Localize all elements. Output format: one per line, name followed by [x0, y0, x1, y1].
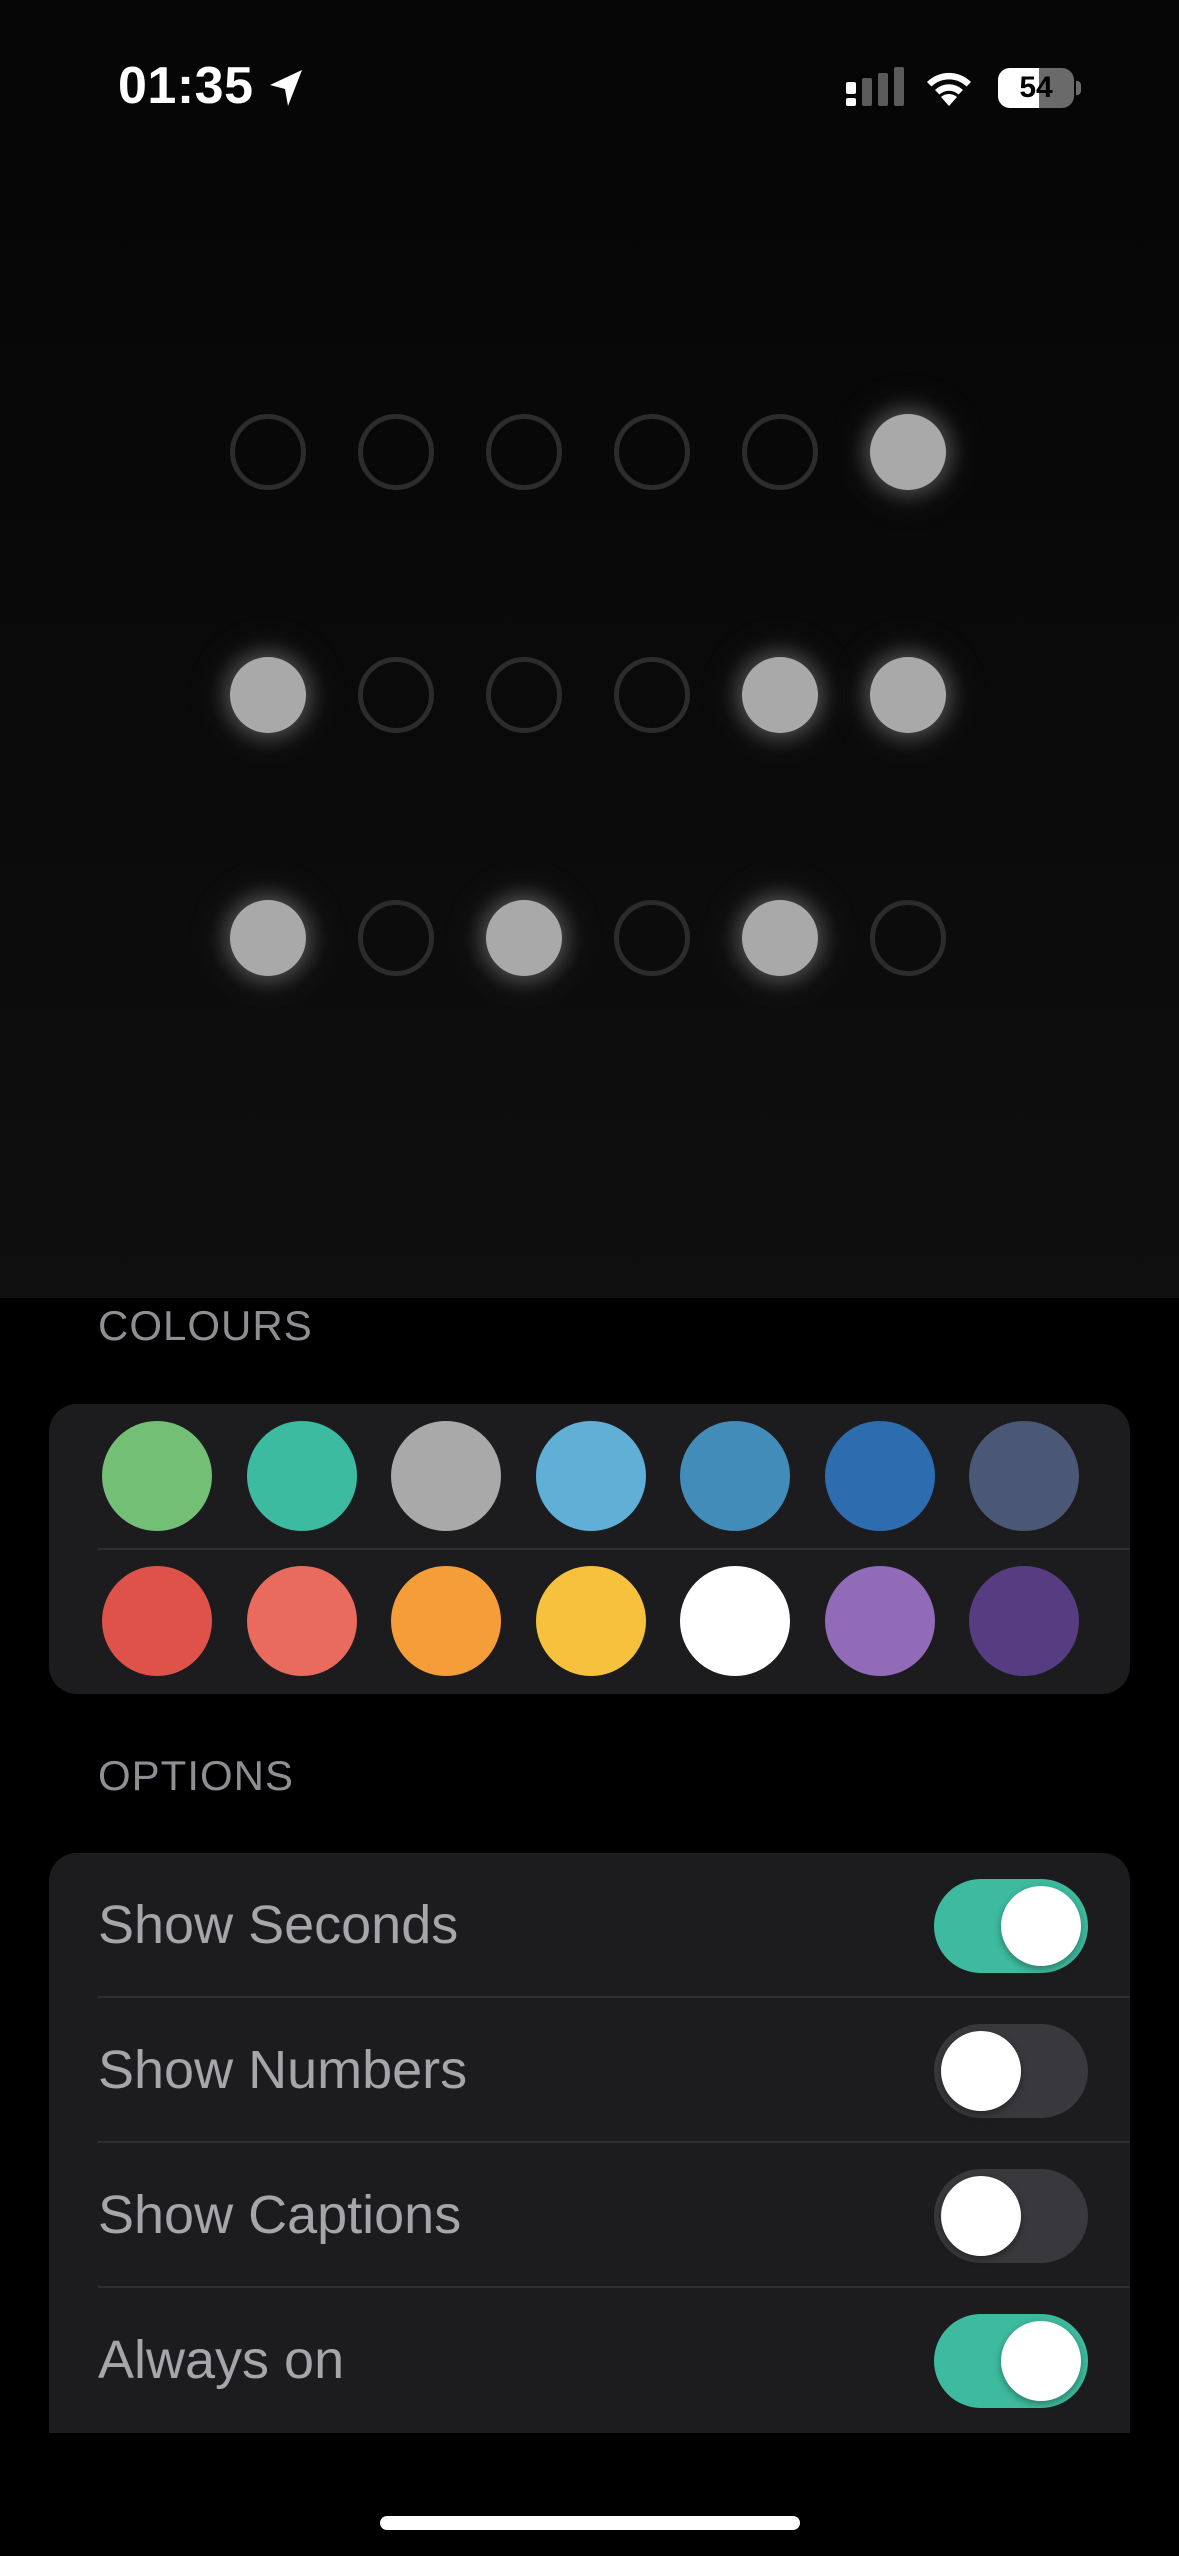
colour-divider [98, 1548, 1130, 1550]
toggle-knob [1001, 1886, 1081, 1966]
binary-dot-off [614, 900, 690, 976]
option-toggle[interactable] [934, 1879, 1088, 1973]
binary-dot-on [870, 657, 946, 733]
colour-picker-card [49, 1404, 1130, 1694]
binary-dot-off [486, 657, 562, 733]
binary-dot-on [230, 900, 306, 976]
colour-swatch[interactable] [824, 1566, 935, 1676]
binary-dot-on [870, 414, 946, 490]
binary-dot-off [614, 657, 690, 733]
colour-swatch[interactable] [246, 1421, 357, 1531]
status-time: 01:35 [118, 57, 254, 115]
binary-dot-off [358, 900, 434, 976]
status-bar: 01:35 54 [0, 0, 1179, 170]
colour-swatch[interactable] [535, 1421, 646, 1531]
binary-dot-off [486, 414, 562, 490]
binary-dot-on [230, 657, 306, 733]
binary-dot-on [486, 900, 562, 976]
option-row: Always on [49, 2288, 1130, 2433]
option-toggle[interactable] [934, 2314, 1088, 2408]
toggle-knob [1001, 2321, 1081, 2401]
options-header: OPTIONS [98, 1752, 295, 1799]
colour-swatch[interactable] [246, 1566, 357, 1676]
option-label: Show Numbers [98, 2040, 468, 2100]
binary-dot-off [358, 657, 434, 733]
wifi-icon [927, 72, 971, 106]
colours-header: COLOURS [98, 1302, 313, 1349]
colour-swatch[interactable] [391, 1421, 501, 1531]
colour-swatch[interactable] [535, 1566, 646, 1676]
colour-swatch[interactable] [680, 1421, 790, 1531]
option-label: Always on [98, 2330, 345, 2390]
colour-swatch[interactable] [102, 1421, 212, 1531]
colour-swatch[interactable] [680, 1566, 790, 1676]
binary-dot-off [742, 414, 818, 490]
colour-swatch[interactable] [969, 1421, 1079, 1531]
cellular-signal-icon [846, 67, 904, 106]
binary-clock-grid [0, 0, 1179, 1298]
battery-percent: 54 [1019, 71, 1053, 104]
options-card: Show Seconds Show Numbers Show Captions Alw… [49, 1853, 1130, 2433]
option-row: Show Captions [49, 2143, 1130, 2288]
option-row: Show Numbers [49, 1998, 1130, 2143]
option-row: Show Seconds [49, 1853, 1130, 1998]
binary-dot-on [742, 900, 818, 976]
battery-icon: 54 [998, 68, 1082, 108]
toggle-knob [941, 2031, 1021, 2111]
binary-dot-off [870, 900, 946, 976]
binary-clock-panel [0, 0, 1179, 1298]
home-indicator[interactable] [380, 2516, 800, 2530]
binary-dot-off [358, 414, 434, 490]
option-toggle[interactable] [934, 2024, 1088, 2118]
toggle-knob [941, 2176, 1021, 2256]
colour-swatch[interactable] [391, 1566, 501, 1676]
location-arrow-icon [270, 70, 302, 106]
option-label: Show Seconds [98, 1895, 459, 1955]
colour-swatch[interactable] [969, 1566, 1079, 1676]
binary-dot-off [614, 414, 690, 490]
screen: 01:35 54 COLOURS OPTIONS Show Seconds Sh… [0, 0, 1179, 2556]
binary-dot-off [230, 414, 306, 490]
binary-dot-on [742, 657, 818, 733]
colour-swatch[interactable] [824, 1421, 935, 1531]
colour-swatch[interactable] [102, 1566, 212, 1676]
option-label: Show Captions [98, 2185, 462, 2245]
option-toggle[interactable] [934, 2169, 1088, 2263]
